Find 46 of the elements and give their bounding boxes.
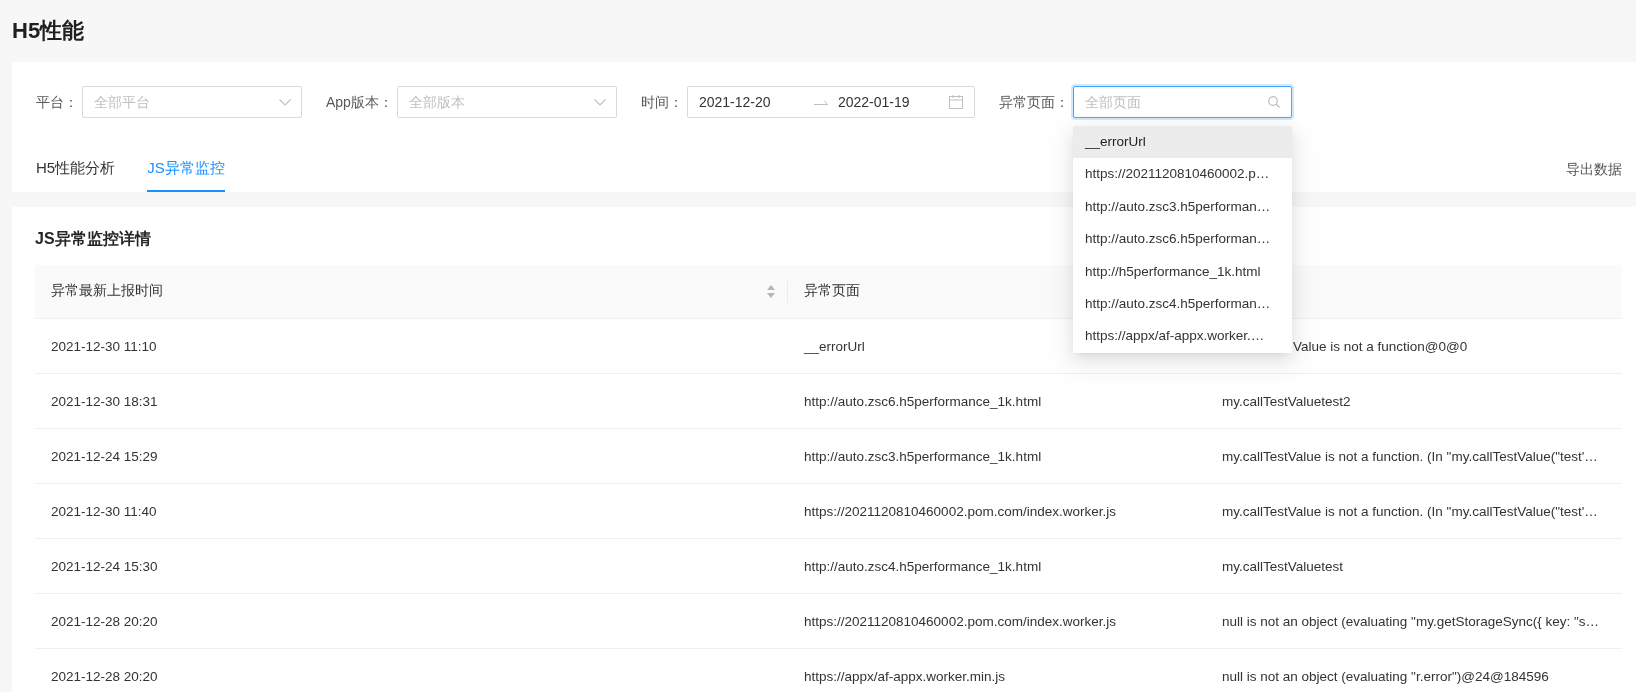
error-page-url: http://auto.zsc6.h5performance_1k.html xyxy=(804,394,1042,409)
search-icon xyxy=(1267,96,1280,108)
end-date: 2022-01-19 xyxy=(837,92,910,112)
error-page-url: http://auto.zsc4.h5performance_1k.html xyxy=(804,559,1042,574)
filter-label: 异常页面： xyxy=(998,92,1069,112)
chevron-down-icon xyxy=(279,98,291,106)
tab[interactable]: H5性能分析 xyxy=(36,146,116,192)
error-page-url: http://auto.zsc3.h5performance_1k.html xyxy=(804,449,1042,464)
report-time: 2021-12-30 11:10 xyxy=(51,339,157,354)
error-message: my.callTestValue is not a function. (In "my.callTestValue("test'… xyxy=(1222,449,1598,464)
calendar-icon xyxy=(948,95,963,109)
dropdown-option[interactable]: __errorUrl xyxy=(1072,126,1292,159)
report-time: 2021-12-30 18:31 xyxy=(51,394,158,409)
dropdown-option[interactable]: http://auto.zsc4.h5performan… xyxy=(1072,287,1292,321)
chevron-down-icon xyxy=(593,98,606,106)
filter-label: App版本： xyxy=(326,92,393,112)
report-time: 2021-12-28 20:20 xyxy=(51,669,158,684)
error-page-url: https://2021120810460002.pom.com/index.worker.js xyxy=(804,504,1116,519)
error-page-url: https://2021120810460002.pom.com/index.worker.js xyxy=(804,614,1116,629)
page-title: H5性能 xyxy=(12,20,85,42)
dropdown-option[interactable]: https://appx/af-appx.worker.… xyxy=(1072,320,1292,353)
error-message: null is not an object (evaluating "r.error")@24@184596 xyxy=(1222,669,1549,684)
date-range-field[interactable]: 2021-12-20 2022-01-19 xyxy=(686,86,975,118)
report-time: 2021-12-24 15:29 xyxy=(51,449,158,464)
dropdown-option[interactable]: https://2021120810460002.p… xyxy=(1072,158,1292,191)
start-date: 2021-12-20 xyxy=(698,92,772,112)
dropdown-option[interactable]: http://auto.zsc3.h5performan… xyxy=(1072,190,1292,224)
filter-label: 时间： xyxy=(640,92,683,112)
error-page-url: https://appx/af-appx.worker.min.js xyxy=(804,669,1006,684)
report-time: 2021-12-24 15:30 xyxy=(51,559,158,574)
section-title: JS异常监控详情 xyxy=(35,229,151,249)
error-message: null is not an object (evaluating "my.getStorageSync({ key: "s… xyxy=(1222,614,1600,629)
report-time: 2021-12-30 11:40 xyxy=(51,504,157,519)
report-time: 2021-12-28 20:20 xyxy=(51,614,158,629)
error-message: my.callTestValuetest2 xyxy=(1222,394,1351,409)
error-message: Value is not a function@0@0 xyxy=(1293,339,1468,354)
filter-label: 平台： xyxy=(36,92,78,112)
column-header: 异常页面 xyxy=(804,282,860,301)
dropdown-option[interactable]: http://h5performance_1k.html xyxy=(1072,255,1292,288)
column-header[interactable]: 异常最新上报时间 xyxy=(51,281,775,302)
dropdown-option[interactable]: http://auto.zsc6.h5performan… xyxy=(1072,223,1292,256)
error-page-url: __errorUrl xyxy=(804,339,865,354)
sort-icon xyxy=(767,285,775,298)
error-message: my.callTestValue is not a function. (In "my.callTestValue("test'… xyxy=(1222,504,1598,519)
export-data-link[interactable]: 导出数据 xyxy=(1566,158,1622,180)
error-message: my.callTestValuetest xyxy=(1222,559,1344,574)
